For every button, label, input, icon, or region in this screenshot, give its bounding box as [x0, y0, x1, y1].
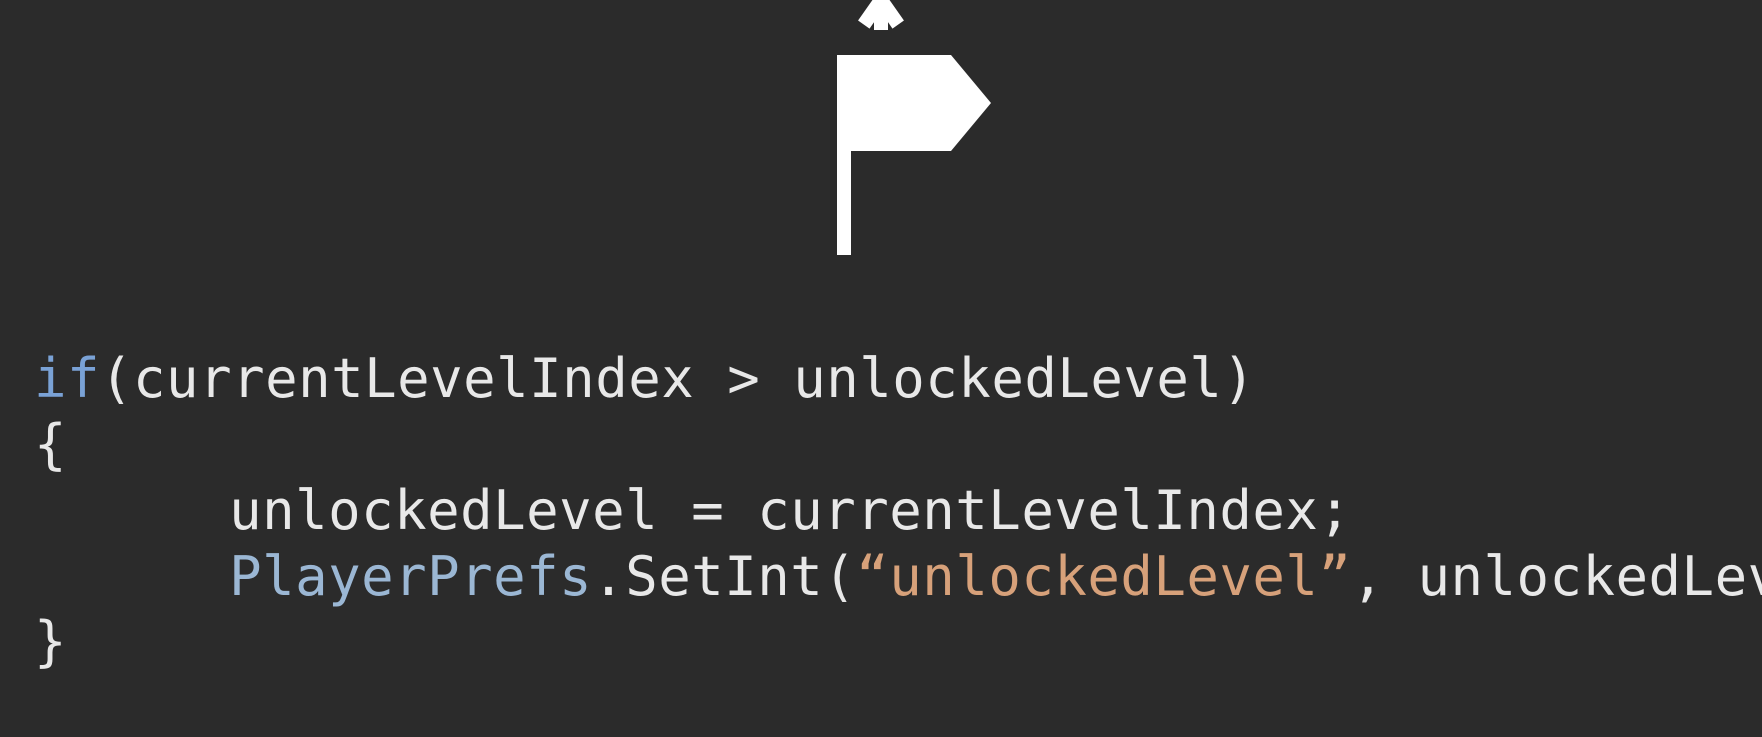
- string-literal: “unlockedLevel”: [856, 545, 1351, 608]
- code-line-2: {: [34, 413, 67, 476]
- presentation-slide: if(currentLevelIndex > unlockedLevel) { …: [0, 0, 1762, 737]
- code-text: , unlockedLevel);: [1351, 545, 1762, 608]
- type-playerprefs: PlayerPrefs: [229, 545, 592, 608]
- code-line-1: if(currentLevelIndex > unlockedLevel): [34, 347, 1255, 410]
- code-line-5: }: [34, 610, 67, 673]
- keyword-if: if: [34, 347, 100, 410]
- code-line-3: unlockedLevel = currentLevelIndex;: [34, 479, 1351, 542]
- code-snippet: if(currentLevelIndex > unlockedLevel) { …: [34, 280, 1762, 737]
- code-text: (currentLevelIndex > unlockedLevel): [100, 347, 1255, 410]
- code-line-4: PlayerPrefs.SetInt(“unlockedLevel”, unlo…: [34, 545, 1762, 608]
- flag-icon-svg: [751, 0, 1011, 260]
- code-text: unlockedLevel = currentLevelIndex;: [229, 479, 1351, 542]
- code-text: .SetInt(: [592, 545, 856, 608]
- flag-icon: [751, 0, 1011, 260]
